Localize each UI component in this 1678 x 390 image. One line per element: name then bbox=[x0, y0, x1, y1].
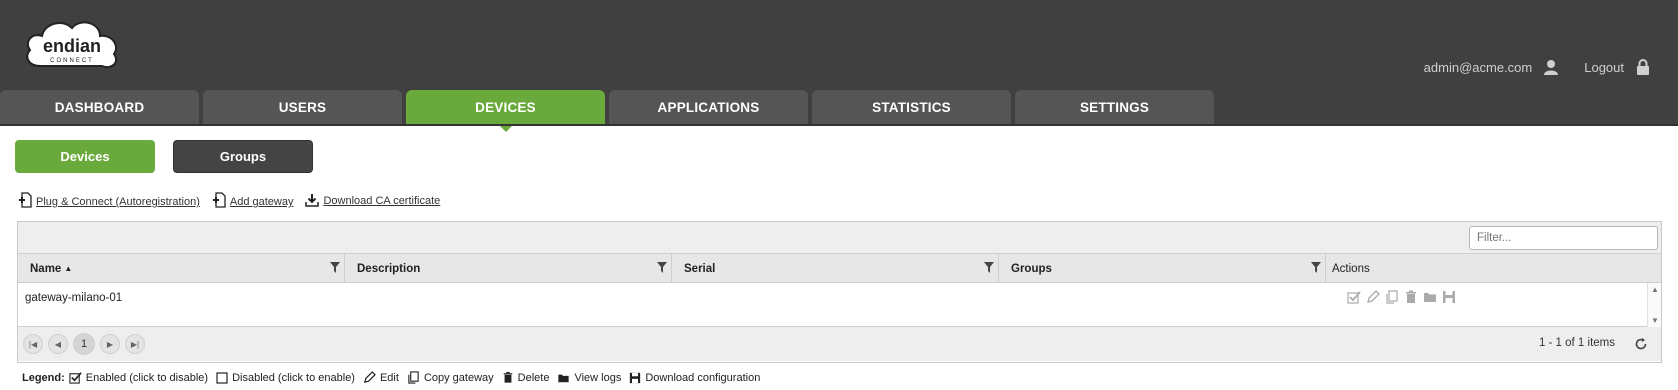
legend-disabled-label: Disabled (click to enable) bbox=[232, 371, 355, 384]
trash-icon[interactable] bbox=[1404, 290, 1418, 304]
column-serial-label[interactable]: Serial bbox=[684, 263, 715, 275]
download-ca-link[interactable]: Download CA certificate bbox=[305, 193, 440, 207]
download-ca-label[interactable]: Download CA certificate bbox=[323, 195, 440, 207]
pencil-icon bbox=[363, 371, 376, 383]
enabled-checkbox-icon[interactable] bbox=[1347, 290, 1361, 304]
legend-item-download: Download configuration bbox=[629, 372, 760, 384]
logout-link[interactable]: Logout bbox=[1584, 60, 1624, 75]
pager-info: 1 - 1 of 1 items bbox=[1538, 337, 1615, 349]
legend-delete-label: Delete bbox=[517, 371, 550, 384]
add-gateway-link[interactable]: Add gateway bbox=[212, 192, 294, 208]
scroll-up-icon[interactable]: ▲ bbox=[1651, 285, 1659, 294]
column-groups-label[interactable]: Groups bbox=[1011, 263, 1052, 275]
sort-asc-icon: ▲ bbox=[64, 264, 73, 273]
tab-dashboard[interactable]: DASHBOARD bbox=[0, 90, 199, 124]
device-name-cell[interactable]: gateway-milano-01 bbox=[18, 283, 1326, 304]
svg-text:endian: endian bbox=[43, 36, 101, 56]
filter-input[interactable] bbox=[1469, 226, 1658, 250]
header-divider bbox=[0, 124, 1678, 126]
edit-pencil-icon[interactable] bbox=[1366, 290, 1380, 304]
save-floppy-icon bbox=[630, 372, 641, 383]
legend-title: Legend: bbox=[22, 371, 65, 384]
last-page-button[interactable]: ▶| bbox=[125, 334, 145, 354]
filter-funnel-icon[interactable] bbox=[657, 262, 667, 273]
grid-toolbar bbox=[18, 222, 1661, 254]
vertical-scrollbar[interactable]: ▲ ▼ bbox=[1647, 283, 1661, 327]
table-row[interactable]: gateway-milano-01 bbox=[18, 283, 1661, 327]
filter-funnel-icon[interactable] bbox=[984, 262, 994, 273]
column-header-groups[interactable]: Groups bbox=[999, 254, 1326, 283]
legend-logs-label: View logs bbox=[574, 371, 622, 384]
column-name-label[interactable]: Name bbox=[30, 263, 61, 275]
checked-checkbox-icon bbox=[69, 372, 82, 384]
devices-grid: Name ▲ Description Serial Groups Actions… bbox=[17, 221, 1662, 363]
legend-item-enabled: Enabled (click to disable) bbox=[69, 371, 208, 384]
endian-connect-logo[interactable]: endian CONNECT bbox=[22, 16, 122, 74]
column-actions-label: Actions bbox=[1332, 262, 1370, 275]
add-file-icon bbox=[19, 192, 32, 208]
legend-item-disabled: Disabled (click to enable) bbox=[216, 372, 355, 384]
save-floppy-icon[interactable] bbox=[1442, 290, 1456, 304]
legend: Legend: Enabled (click to disable) Disab… bbox=[22, 371, 768, 384]
lock-icon[interactable] bbox=[1634, 58, 1652, 76]
copy-icon bbox=[408, 371, 419, 384]
tab-users[interactable]: USERS bbox=[203, 90, 402, 124]
app-header: endian CONNECT admin@acme.com Logout DAS… bbox=[0, 0, 1678, 132]
first-page-button[interactable]: |◀ bbox=[23, 334, 43, 354]
column-header-name[interactable]: Name ▲ bbox=[18, 254, 345, 283]
column-header-description[interactable]: Description bbox=[345, 254, 672, 283]
empty-checkbox-icon bbox=[216, 371, 228, 384]
tab-settings[interactable]: SETTINGS bbox=[1015, 90, 1214, 124]
filter-funnel-icon[interactable] bbox=[330, 262, 340, 273]
devices-subnav-button[interactable]: Devices bbox=[15, 140, 155, 173]
folder-icon bbox=[558, 374, 570, 382]
main-nav-tabs: DASHBOARD USERS DEVICES APPLICATIONS STA… bbox=[0, 90, 1218, 132]
scroll-down-icon[interactable]: ▼ bbox=[1651, 316, 1659, 325]
legend-download-label: Download configuration bbox=[645, 371, 761, 384]
tab-devices[interactable]: DEVICES bbox=[406, 90, 605, 132]
row-actions bbox=[1326, 283, 1456, 304]
legend-copy-label: Copy gateway bbox=[423, 371, 494, 384]
tab-statistics[interactable]: STATISTICS bbox=[812, 90, 1011, 124]
user-box: admin@acme.com Logout bbox=[1424, 58, 1652, 76]
legend-item-delete: Delete bbox=[502, 371, 550, 384]
legend-item-logs: View logs bbox=[557, 372, 621, 384]
user-email[interactable]: admin@acme.com bbox=[1424, 60, 1533, 75]
add-gateway-label[interactable]: Add gateway bbox=[230, 196, 294, 208]
grid-body: gateway-milano-01 ▲ ▼ bbox=[18, 283, 1661, 327]
legend-item-edit: Edit bbox=[363, 371, 399, 384]
svg-text:CONNECT: CONNECT bbox=[50, 58, 94, 64]
plug-connect-link[interactable]: Plug & Connect (Autoregistration) bbox=[18, 192, 200, 208]
device-actions-toolbar: Plug & Connect (Autoregistration) Add ga… bbox=[18, 192, 452, 208]
folder-icon[interactable] bbox=[1423, 290, 1437, 304]
grid-header: Name ▲ Description Serial Groups Actions bbox=[18, 254, 1661, 283]
prev-page-button[interactable]: ◀ bbox=[48, 334, 68, 354]
legend-edit-label: Edit bbox=[379, 371, 399, 384]
trash-icon bbox=[503, 371, 512, 383]
legend-item-copy: Copy gateway bbox=[407, 371, 494, 384]
download-icon bbox=[305, 194, 320, 207]
filter-funnel-icon[interactable] bbox=[1311, 262, 1321, 273]
column-header-serial[interactable]: Serial bbox=[672, 254, 999, 283]
copy-icon[interactable] bbox=[1385, 290, 1399, 304]
groups-subnav-button[interactable]: Groups bbox=[173, 140, 313, 173]
user-icon[interactable] bbox=[1542, 58, 1560, 76]
column-description-label[interactable]: Description bbox=[357, 263, 420, 275]
grid-pager: |◀ ◀ 1 ▶ ▶| 1 - 1 of 1 items bbox=[18, 327, 1661, 361]
add-file-icon bbox=[212, 192, 226, 208]
legend-enabled-label: Enabled (click to disable) bbox=[85, 371, 209, 384]
tab-applications[interactable]: APPLICATIONS bbox=[609, 90, 808, 124]
column-header-actions: Actions bbox=[1326, 254, 1648, 283]
refresh-icon[interactable] bbox=[1634, 337, 1648, 351]
next-page-button[interactable]: ▶ bbox=[100, 334, 120, 354]
current-page-button[interactable]: 1 bbox=[73, 333, 95, 355]
plug-connect-label[interactable]: Plug & Connect (Autoregistration) bbox=[36, 196, 200, 208]
